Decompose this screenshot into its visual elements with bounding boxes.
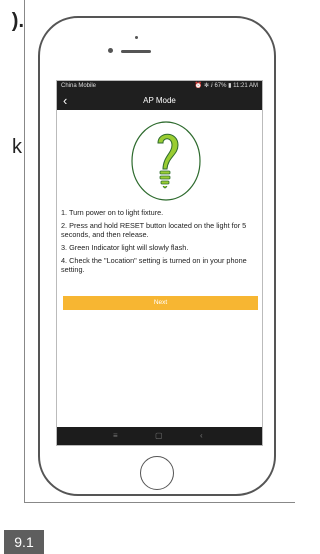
next-button[interactable]: Next bbox=[63, 296, 258, 310]
carrier-label: China Mobile bbox=[61, 83, 97, 89]
edge-text-mid: k bbox=[12, 136, 22, 158]
back-icon[interactable]: ‹ bbox=[200, 427, 203, 445]
page-title: AP Mode bbox=[143, 96, 176, 105]
phone-screen: China Mobile ⏰ ✻ ⅈ 67% ▮ 11:21 AM ‹ AP M… bbox=[56, 80, 263, 446]
recent-apps-icon[interactable]: ≡ bbox=[113, 427, 118, 445]
instruction-step: 2. Press and hold RESET button located o… bbox=[61, 221, 247, 239]
home-icon[interactable]: ▢ bbox=[155, 427, 163, 445]
instruction-step: 4. Check the "Location" setting is turne… bbox=[61, 256, 247, 274]
camera-icon bbox=[108, 48, 113, 53]
figure-label: 9.1 bbox=[4, 530, 44, 554]
instruction-step: 3. Green Indicator light will slowly fla… bbox=[61, 243, 189, 252]
home-button[interactable] bbox=[140, 456, 174, 490]
app-header: ‹ AP Mode bbox=[57, 92, 262, 110]
edge-text-top: ). bbox=[11, 10, 24, 32]
status-bar: China Mobile ⏰ ✻ ⅈ 67% ▮ 11:21 AM bbox=[57, 81, 262, 92]
sensor-dot bbox=[135, 36, 138, 39]
instruction-step: 1. Turn power on to light fixture. bbox=[61, 208, 164, 217]
lightbulb-icon bbox=[131, 121, 201, 201]
instructions-list: 1. Turn power on to light fixture. 2. Pr… bbox=[61, 208, 260, 278]
system-nav-bar: ≡ ▢ ‹ bbox=[57, 427, 262, 445]
status-icons: ⏰ ✻ ⅈ 67% ▮ 11:21 AM bbox=[194, 83, 258, 89]
speaker-grille bbox=[121, 50, 151, 53]
